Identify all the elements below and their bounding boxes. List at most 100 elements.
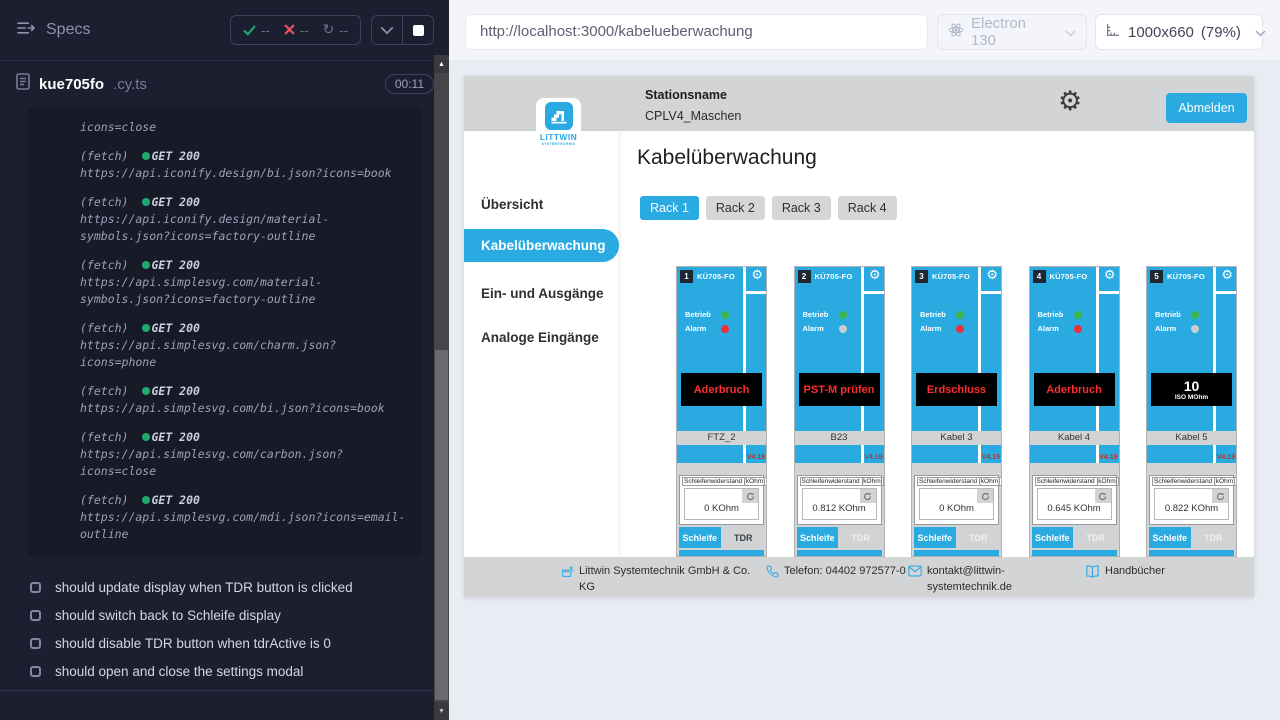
rack-tabs: Rack 1 Rack 2 Rack 3 Rack 4: [640, 196, 897, 220]
sidebar-item-analoge-eingaenge[interactable]: Analoge Eingänge: [481, 330, 599, 345]
log-entry[interactable]: (fetch)GET 200 https://api.iconify.desig…: [80, 148, 409, 182]
cable-name: Kabel 5: [1147, 431, 1236, 445]
address-bar[interactable]: http://localhost:3000/kabelueberwachung: [465, 14, 928, 50]
stat-failed: --: [284, 23, 309, 38]
settings-gear-icon[interactable]: ⚙: [1058, 88, 1082, 115]
card-model: KÜ705-FO: [1050, 272, 1088, 281]
tdr-button[interactable]: TDR: [1075, 527, 1117, 548]
card-gear-icon[interactable]: ⚙: [1221, 269, 1233, 282]
spec-file-icon: [16, 73, 30, 95]
firmware-version: V4.19: [747, 454, 765, 461]
cable-name: B23: [795, 431, 884, 445]
runner-controls: [371, 15, 434, 45]
card-model: KÜ705-FO: [697, 272, 735, 281]
refresh-icon[interactable]: [977, 489, 993, 503]
chevron-down-icon: [1065, 24, 1076, 41]
footer-manuals[interactable]: Handbücher: [1085, 564, 1165, 584]
runner-scrollbar[interactable]: ▲ ▼: [434, 55, 449, 720]
sidebar-item-uebersicht[interactable]: Übersicht: [481, 197, 543, 212]
schleife-button[interactable]: Schleife: [914, 527, 956, 548]
log-entry[interactable]: (fetch)GET 200 https://api.simplesvg.com…: [80, 320, 409, 371]
page-title: Kabelüberwachung: [637, 146, 817, 170]
sidebar-item-ein-und-ausgaenge[interactable]: Ein- und Ausgänge: [481, 286, 604, 301]
firmware-version: V4.19: [864, 454, 882, 461]
card-number: 3: [915, 270, 928, 283]
test-item[interactable]: should disable TDR button when tdrActive…: [30, 629, 429, 657]
schleife-button[interactable]: Schleife: [1149, 527, 1191, 548]
browser-select[interactable]: Electron 130: [937, 14, 1087, 50]
alarm-led: [721, 325, 729, 333]
collapse-chevron-button[interactable]: [372, 15, 402, 45]
card-gear-icon[interactable]: ⚙: [869, 269, 881, 282]
sidebar-item-kabelueberwachung[interactable]: Kabelüberwachung: [464, 229, 619, 262]
card-gear-icon[interactable]: ⚙: [1104, 269, 1116, 282]
log-entry[interactable]: (fetch)GET 200 https://api.iconify.desig…: [80, 194, 409, 245]
resistance-value: 0.822 KOhm: [1155, 503, 1228, 514]
schleife-button[interactable]: Schleife: [1032, 527, 1074, 548]
aut-toolbar: http://localhost:3000/kabelueberwachung …: [449, 0, 1280, 60]
app-main: Kabelüberwachung Rack 1 Rack 2 Rack 3 Ra…: [618, 131, 1254, 557]
failed-x-icon: [284, 23, 295, 38]
refresh-icon[interactable]: [1095, 489, 1111, 503]
refresh-icon[interactable]: [742, 489, 758, 503]
stop-button[interactable]: [403, 15, 433, 45]
littwin-logo-icon: [545, 102, 573, 130]
log-entry[interactable]: (fetch)GET 200 https://api.simplesvg.com…: [80, 257, 409, 308]
firmware-version: V4.19: [1217, 454, 1235, 461]
alarm-led: [1191, 325, 1199, 333]
tdr-button[interactable]: TDR: [723, 527, 765, 548]
status-message: PST-M prüfen: [799, 373, 880, 406]
logout-button[interactable]: Abmelden: [1166, 93, 1247, 123]
pending-test-list: should update display when TDR button is…: [0, 573, 449, 685]
specs-menu[interactable]: Specs: [16, 20, 90, 41]
card-gear-icon[interactable]: ⚙: [986, 269, 998, 282]
log-continuation[interactable]: icons=close: [80, 119, 409, 136]
app-footer: Littwin Systemtechnik GmbH & Co. KG Tele…: [464, 557, 1254, 597]
resistance-panel: Schleifenwiderstand [kOhm] 0.822 KOhm: [1149, 475, 1234, 525]
resistance-panel: Schleifenwiderstand [kOhm] 0.812 KOhm: [797, 475, 882, 525]
refresh-icon[interactable]: [860, 489, 876, 503]
schleife-button[interactable]: Schleife: [679, 527, 721, 548]
card-number: 5: [1150, 270, 1163, 283]
tab-rack-1[interactable]: Rack 1: [640, 196, 699, 220]
log-entry[interactable]: (fetch)GET 200 https://api.simplesvg.com…: [80, 492, 409, 543]
status-message: Erdschluss: [916, 373, 997, 406]
tab-rack-4[interactable]: Rack 4: [838, 196, 897, 220]
request-ok-dot: [142, 198, 150, 206]
betrieb-led: [839, 311, 847, 319]
card-gear-icon[interactable]: ⚙: [751, 269, 763, 282]
test-item[interactable]: should open and close the settings modal: [30, 657, 429, 685]
device-card-4: 4KÜ705-FO ⚙ Betrieb Alarm Aderbruch Kabe…: [1029, 266, 1120, 557]
request-ok-dot: [142, 496, 150, 504]
test-item[interactable]: should switch back to Schleife display: [30, 601, 429, 629]
tab-rack-3[interactable]: Rack 3: [772, 196, 831, 220]
refresh-icon[interactable]: [1212, 489, 1228, 503]
tab-rack-2[interactable]: Rack 2: [706, 196, 765, 220]
log-entry[interactable]: (fetch)GET 200 https://api.simplesvg.com…: [80, 429, 409, 480]
cable-name: FTZ_2: [677, 431, 766, 445]
aut-area: http://localhost:3000/kabelueberwachung …: [449, 0, 1280, 720]
device-card-1: 1KÜ705-FO ⚙ Betrieb Alarm Aderbruch FTZ_…: [676, 266, 767, 557]
footer-email[interactable]: kontakt@littwin-systemtechnik.de: [908, 564, 1039, 596]
footer-phone: Telefon: 04402 972577-0: [766, 564, 906, 584]
resistance-value: 0.812 KOhm: [803, 503, 876, 514]
scrollbar-down-icon[interactable]: ▼: [434, 702, 449, 720]
station-label: Stationsname: [645, 88, 741, 102]
tdr-button[interactable]: TDR: [958, 527, 1000, 548]
resistance-panel: Schleifenwiderstand [kOhm] 0 KOhm: [914, 475, 999, 525]
tdr-button[interactable]: TDR: [840, 527, 882, 548]
spec-row[interactable]: kue705fo.cy.ts 00:11: [0, 61, 449, 107]
schleife-button[interactable]: Schleife: [797, 527, 839, 548]
tdr-button[interactable]: TDR: [1193, 527, 1235, 548]
app-sidebar: Übersicht Kabelüberwachung Ein- und Ausg…: [464, 131, 618, 557]
log-entry[interactable]: (fetch)GET 200 https://api.simplesvg.com…: [80, 383, 409, 417]
firmware-version: V4.19: [1099, 454, 1117, 461]
chevron-down-icon: [1255, 24, 1266, 41]
command-log: icons=close (fetch)GET 200 https://api.i…: [28, 107, 421, 557]
scrollbar-up-icon[interactable]: ▲: [434, 55, 449, 73]
viewport-select[interactable]: 1000x660 (79%): [1095, 14, 1263, 50]
test-item[interactable]: should update display when TDR button is…: [30, 573, 429, 601]
scrollbar-thumb[interactable]: [435, 350, 448, 700]
request-ok-dot: [142, 387, 150, 395]
device-card-3: 3KÜ705-FO ⚙ Betrieb Alarm Erdschluss Kab…: [911, 266, 1002, 557]
